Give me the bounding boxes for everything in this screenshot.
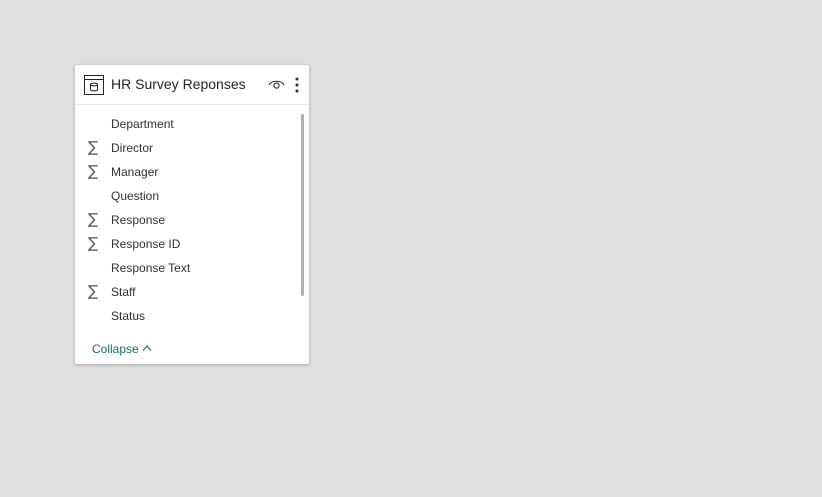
field-row-response-text[interactable]: Response Text	[75, 258, 299, 282]
field-row-department[interactable]: Department	[75, 114, 299, 138]
sigma-icon: ∑	[88, 234, 99, 252]
field-row-status[interactable]: Status	[75, 306, 299, 330]
field-row-manager[interactable]: ∑ Manager	[75, 162, 299, 186]
field-label: Question	[111, 189, 160, 203]
model-view-canvas[interactable]: HR Survey Reponses Department ∑ Director…	[0, 0, 822, 497]
table-card-header[interactable]: HR Survey Reponses	[75, 65, 309, 105]
sigma-icon: ∑	[88, 210, 99, 228]
field-row-staff[interactable]: ∑ Staff	[75, 282, 299, 306]
more-options-icon[interactable]	[292, 76, 302, 94]
field-label: Department	[111, 117, 174, 131]
field-label: Manager	[111, 165, 159, 179]
field-label: Director	[111, 141, 154, 155]
sigma-icon: ∑	[88, 138, 99, 156]
field-label: Status	[111, 309, 146, 323]
field-row-question[interactable]: Question	[75, 186, 299, 210]
table-card[interactable]: HR Survey Reponses Department ∑ Director…	[75, 65, 309, 364]
field-row-director[interactable]: ∑ Director	[75, 138, 299, 162]
field-list: Department ∑ Director ∑ Manager Question…	[75, 114, 299, 330]
field-label: Response ID	[111, 237, 181, 251]
sigma-icon: ∑	[88, 162, 99, 180]
collapse-button[interactable]: Collapse	[92, 342, 152, 356]
field-label: Response	[111, 213, 166, 227]
field-row-response[interactable]: ∑ Response	[75, 210, 299, 234]
scrollbar-thumb[interactable]	[301, 114, 304, 296]
table-title: HR Survey Reponses	[111, 76, 246, 92]
table-icon	[84, 75, 104, 95]
field-label: Staff	[111, 285, 136, 299]
collapse-label: Collapse	[92, 342, 139, 356]
eye-icon[interactable]	[268, 77, 285, 91]
field-row-response-id[interactable]: ∑ Response ID	[75, 234, 299, 258]
sigma-icon: ∑	[88, 282, 99, 300]
field-label: Response Text	[111, 261, 191, 275]
chevron-up-icon	[142, 345, 152, 351]
